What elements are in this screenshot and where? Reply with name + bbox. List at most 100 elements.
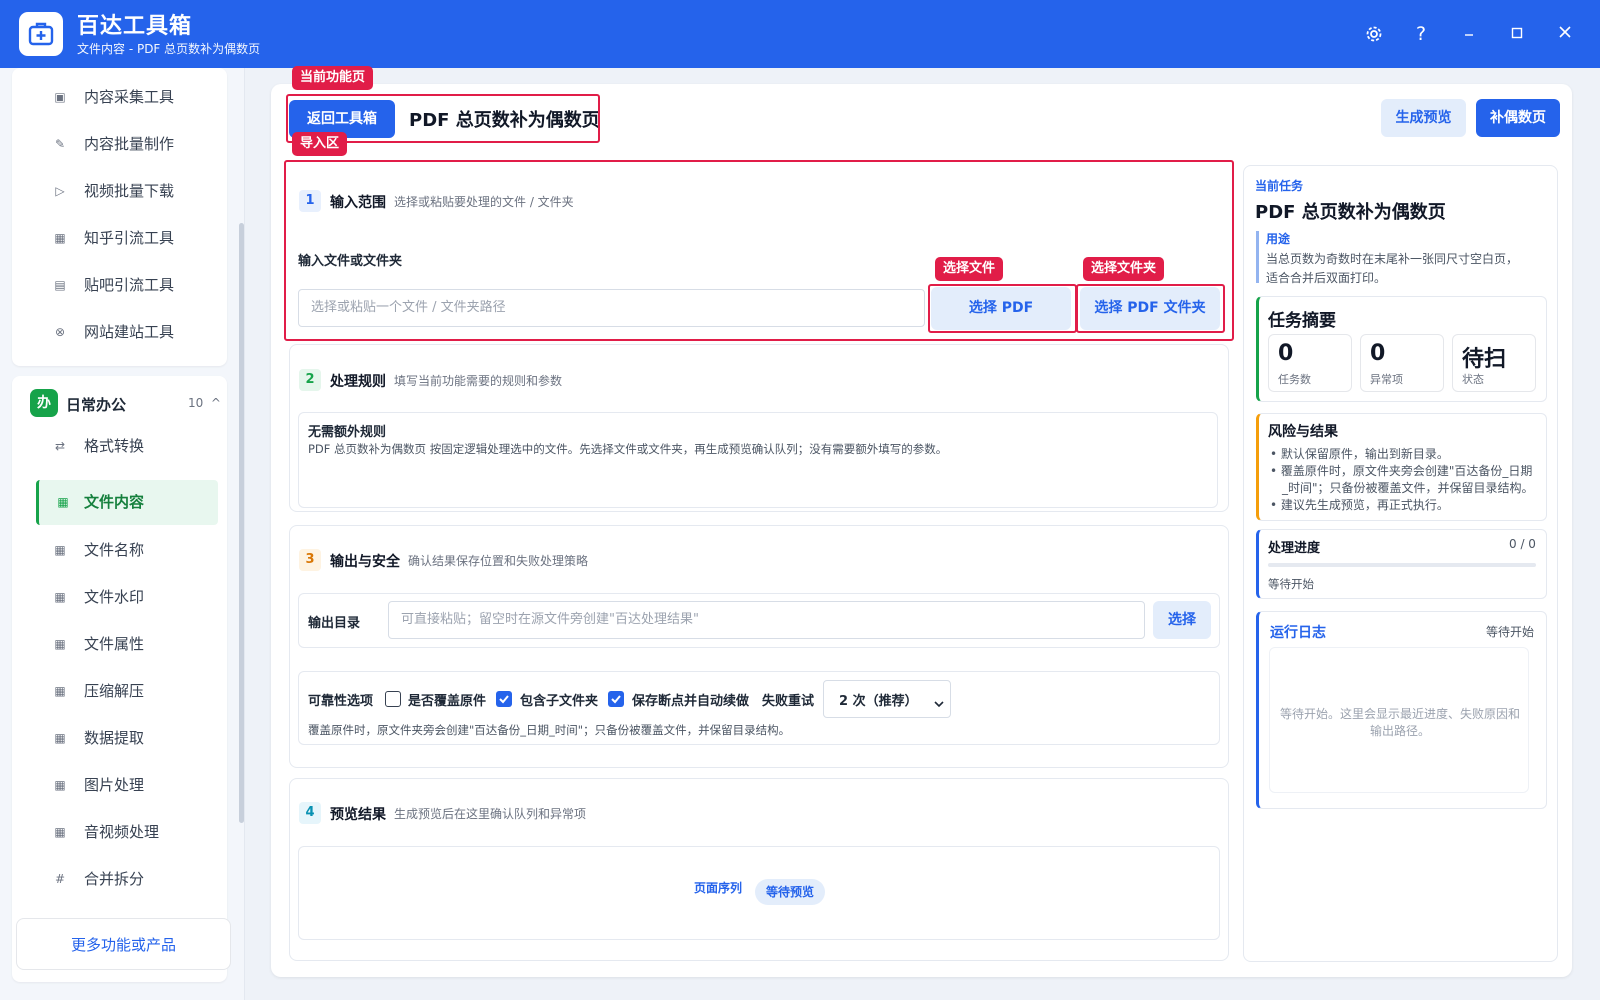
video-icon: ▷: [55, 184, 65, 198]
status-badge: 等待预览: [755, 879, 825, 905]
rule-box: [298, 412, 1218, 508]
grid-icon: ▦: [54, 778, 66, 792]
step-number: 3: [299, 549, 321, 571]
sidebar-item-video-download[interactable]: ▷ 视频批量下载: [24, 170, 218, 212]
risk-title: 风险与结果: [1268, 424, 1338, 440]
grid-icon: ▦: [54, 590, 66, 604]
output-dir-field[interactable]: 可直接粘贴；留空时在源文件旁创建"百达处理结果": [388, 601, 1145, 639]
retry-select[interactable]: 2 次（推荐）: [823, 680, 951, 718]
page-sequence-label: 页面序列: [694, 881, 743, 895]
usage-accent: [1256, 231, 1259, 283]
globe-icon: ⊗: [54, 325, 66, 339]
usage-title: 用途: [1266, 232, 1291, 246]
retry-label: 失败重试: [762, 694, 815, 709]
grid-icon: ▦: [54, 637, 66, 651]
close-icon[interactable]: [1550, 19, 1580, 49]
annotation-box-select-file: [928, 284, 1077, 333]
step-title: 输出与安全: [330, 554, 400, 570]
step-title: 预览结果: [330, 807, 386, 823]
rule-desc: PDF 总页数补为偶数页 按固定逻辑处理选中的文件。先选择文件或文件夹，再生成预…: [308, 442, 948, 456]
sidebar-item-file-name[interactable]: ▦ 文件名称: [24, 529, 218, 571]
progress-track: [1268, 563, 1536, 567]
pen-icon: ✎: [54, 137, 66, 151]
overwrite-checkbox[interactable]: [385, 691, 401, 707]
sidebar-item-format-convert[interactable]: ⇄ 格式转换: [24, 425, 218, 467]
hash-icon: #: [54, 872, 66, 886]
title-bar: 百达工具箱 文件内容 - PDF 总页数补为偶数页 ?: [0, 0, 1600, 68]
annotation-tag-import-area: 导入区: [292, 132, 348, 156]
group-name: 日常办公: [66, 396, 127, 414]
pad-even-pages-button[interactable]: 补偶数页: [1476, 99, 1560, 137]
grid-icon: ▦: [57, 495, 69, 509]
progress-title: 处理进度: [1268, 541, 1321, 556]
stat-task-count: 0 任务数: [1268, 334, 1352, 392]
resume-checkbox[interactable]: [608, 691, 624, 707]
resume-label: 保存断点并自动续做: [632, 694, 750, 709]
sidebar-scroll-thumb[interactable]: [239, 223, 244, 823]
log-placeholder-line1: 等待开始。这里会显示最近进度、失败原因和: [1279, 707, 1520, 721]
grid-icon: ▦: [54, 684, 66, 698]
risk-item-3: • 建议先生成预览，再正式执行。: [1270, 498, 1449, 512]
group-badge: 办: [30, 389, 58, 417]
progress-status: 等待开始: [1268, 577, 1314, 591]
sidebar-item-website[interactable]: ⊗ 网站建站工具: [24, 311, 218, 353]
app-subtitle: 文件内容 - PDF 总页数补为偶数页: [77, 42, 261, 56]
subfolder-checkbox[interactable]: [496, 691, 512, 707]
grid-icon: ▦: [54, 543, 66, 557]
task-caption: 当前任务: [1255, 179, 1304, 193]
overwrite-label: 是否覆盖原件: [408, 694, 487, 709]
annotation-tag-current-page: 当前功能页: [292, 66, 374, 90]
step-number: 2: [299, 369, 321, 391]
minimize-icon[interactable]: [1454, 19, 1484, 49]
more-products-button[interactable]: 更多功能或产品: [16, 918, 231, 970]
risk-item-2-cont: _时间"；只备份被覆盖文件，并保留目录结构。: [1282, 481, 1534, 495]
sidebar-item-zhihu[interactable]: ▦ 知乎引流工具: [24, 217, 218, 259]
overwrite-note: 覆盖原件时，原文件夹旁会创建"百达备份_日期_时间"；只备份被覆盖文件，并保留目…: [308, 723, 791, 737]
step-desc: 填写当前功能需要的规则和参数: [394, 374, 563, 388]
sidebar-item-merge-split[interactable]: # 合并拆分: [24, 858, 218, 900]
settings-gear-icon[interactable]: [1359, 19, 1389, 49]
subfolder-label: 包含子文件夹: [520, 694, 599, 709]
grid-icon: ▦: [54, 231, 66, 245]
log-status: 等待开始: [1486, 625, 1535, 639]
sidebar-item-content-batch[interactable]: ✎ 内容批量制作: [24, 123, 218, 165]
reliability-label: 可靠性选项: [308, 694, 374, 709]
grid-icon: ▦: [54, 825, 66, 839]
stat-status: 待扫 状态: [1452, 334, 1536, 392]
sidebar-item-tieba[interactable]: ▤ 贴吧引流工具: [24, 264, 218, 306]
sidebar-scrollbar[interactable]: [239, 138, 244, 988]
sidebar-item-compress[interactable]: ▦ 压缩解压: [24, 670, 218, 712]
maximize-icon[interactable]: [1502, 19, 1532, 49]
sidebar-item-content-collect[interactable]: ▣ 内容采集工具: [24, 76, 218, 118]
risk-item-1: • 默认保留原件，输出到新目录。: [1270, 447, 1449, 461]
risk-item-2: • 覆盖原件时，原文件夹旁会创建"百达备份_日期: [1270, 464, 1533, 478]
rule-title: 无需额外规则: [308, 425, 387, 440]
sidebar-item-watermark[interactable]: ▦ 文件水印: [24, 576, 218, 618]
step-desc: 确认结果保存位置和失败处理策略: [408, 554, 589, 568]
step-title: 处理规则: [330, 374, 386, 390]
grid-icon: ▦: [54, 731, 66, 745]
select-output-button[interactable]: 选择: [1153, 601, 1211, 639]
sidebar-item-av[interactable]: ▦ 音视频处理: [24, 811, 218, 853]
sidebar-item-image[interactable]: ▦ 图片处理: [24, 764, 218, 806]
sidebar-item-file-props[interactable]: ▦ 文件属性: [24, 623, 218, 665]
chevron-up-icon: ^: [210, 396, 221, 410]
step-number: 4: [299, 802, 321, 824]
swap-icon: ⇄: [54, 439, 66, 453]
output-dir-label: 输出目录: [308, 616, 361, 631]
help-icon[interactable]: ?: [1406, 19, 1436, 49]
list-icon: ▤: [54, 278, 66, 292]
annotation-tag-select-file: 选择文件: [935, 257, 1004, 281]
sidebar-group-office[interactable]: 办 日常办公 10 ^: [30, 389, 221, 419]
log-placeholder-line2: 输出路径。: [1369, 724, 1430, 738]
generate-preview-button[interactable]: 生成预览: [1381, 99, 1466, 137]
app-logo-icon: [19, 12, 63, 56]
annotation-tag-select-folder: 选择文件夹: [1083, 257, 1165, 281]
task-title: PDF 总页数补为偶数页: [1255, 202, 1446, 223]
log-title: 运行日志: [1270, 625, 1326, 641]
chevron-down-icon: [934, 694, 944, 713]
stat-error-count: 0 异常项: [1360, 334, 1444, 392]
sidebar-item-data-extract[interactable]: ▦ 数据提取: [24, 717, 218, 759]
app-title: 百达工具箱: [77, 14, 193, 39]
sidebar-item-file-content[interactable]: ▦ 文件内容: [36, 480, 218, 525]
